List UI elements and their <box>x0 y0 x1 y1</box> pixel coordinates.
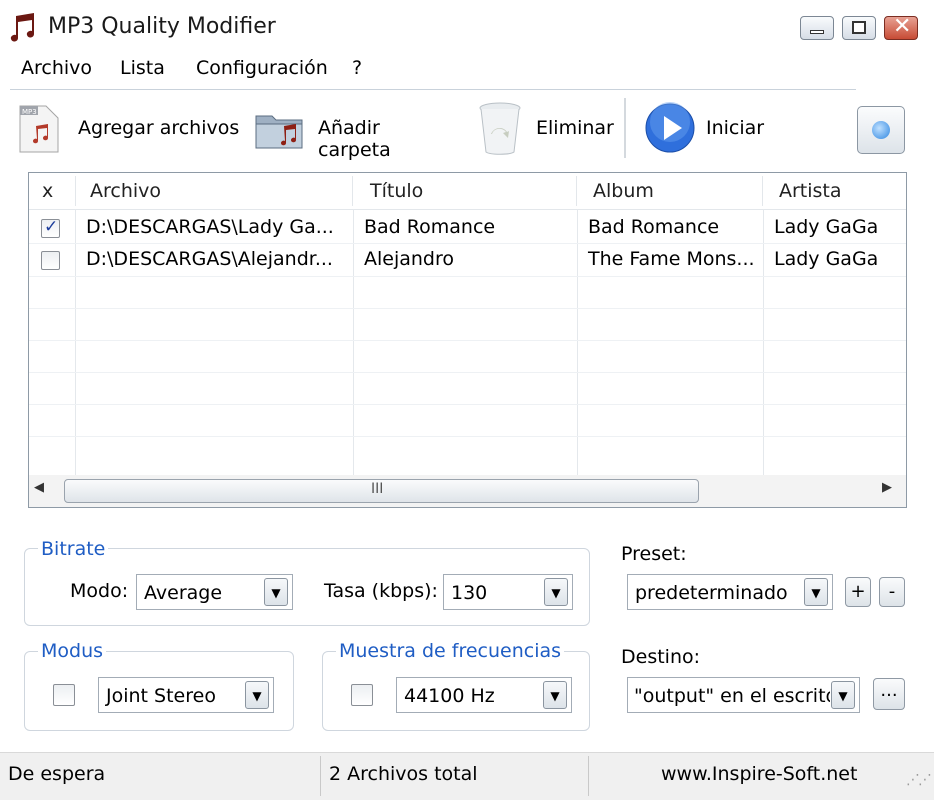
minimize-button[interactable] <box>800 16 834 40</box>
browse-button[interactable]: ... <box>873 678 905 710</box>
start-button[interactable]: Iniciar <box>640 96 770 160</box>
close-icon: ✕ <box>893 14 912 39</box>
scroll-left-icon[interactable]: ◀ <box>34 480 44 495</box>
header-divider <box>762 176 763 206</box>
modus-dropdown[interactable]: Joint Stereo ▼ <box>98 677 274 713</box>
mp3-file-icon: MP3 <box>19 105 59 153</box>
row-checkbox[interactable] <box>41 251 60 270</box>
maximize-icon <box>852 21 866 34</box>
destination-dropdown[interactable]: "output" en el escritor ▼ <box>627 677 860 713</box>
grid-line <box>29 340 906 341</box>
row-checkbox[interactable] <box>41 217 60 238</box>
cell-album: Bad Romance <box>588 216 720 238</box>
status-file-count: 2 Archivos total <box>329 763 478 785</box>
add-folder-button[interactable]: Añadir carpeta <box>252 96 457 161</box>
music-folder-icon <box>255 115 303 149</box>
menu-help[interactable]: ? <box>352 57 362 79</box>
header-divider <box>75 176 76 206</box>
bitrate-legend: Bitrate <box>38 538 109 560</box>
col-header-album[interactable]: Album <box>593 180 654 202</box>
rate-label: Tasa (kbps): <box>324 580 438 602</box>
modus-legend: Modus <box>38 640 107 662</box>
col-header-check[interactable]: x <box>42 180 53 202</box>
chevron-down-icon[interactable]: ▼ <box>264 578 288 606</box>
header-divider <box>352 176 353 206</box>
add-files-button[interactable]: MP3 Agregar archivos <box>10 96 245 160</box>
header-divider <box>576 176 577 206</box>
menu-configuracion[interactable]: Configuración <box>196 57 328 79</box>
sampling-value: 44100 Hz <box>404 685 495 707</box>
recycle-bin-icon <box>479 102 521 155</box>
close-button[interactable]: ✕ <box>884 14 918 40</box>
grid-line <box>29 436 906 437</box>
scrollbar-grip: III <box>371 481 384 497</box>
preset-value: predeterminado <box>635 582 788 604</box>
add-folder-label: Añadir carpeta <box>318 117 391 161</box>
add-files-label: Agregar archivos <box>78 117 240 139</box>
menu-archivo[interactable]: Archivo <box>21 57 92 79</box>
rate-dropdown[interactable]: 130 ▼ <box>443 574 573 610</box>
music-note-icon <box>10 13 34 42</box>
resize-grip-icon[interactable]: ⋰⋰ <box>906 772 932 788</box>
chevron-down-icon[interactable]: ▼ <box>804 578 828 606</box>
remove-label: Eliminar <box>536 117 614 139</box>
status-indicator-button[interactable] <box>857 106 905 154</box>
cell-titulo: Alejandro <box>364 248 455 270</box>
mode-dropdown[interactable]: Average ▼ <box>136 574 293 610</box>
destination-label: Destino: <box>621 646 701 668</box>
chevron-down-icon[interactable]: ▼ <box>245 681 269 709</box>
add-preset-button[interactable]: + <box>845 577 871 607</box>
chevron-down-icon[interactable]: ▼ <box>543 681 567 709</box>
cell-album: The Fame Mons... <box>588 248 755 270</box>
destination-value: "output" en el escritor <box>634 685 830 707</box>
window-title: MP3 Quality Modifier <box>48 14 276 39</box>
minimize-icon <box>810 30 824 34</box>
mode-value: Average <box>144 582 223 604</box>
grid-line <box>29 308 906 309</box>
status-website[interactable]: www.Inspire-Soft.net <box>661 763 857 785</box>
cell-titulo: Bad Romance <box>364 216 496 238</box>
chevron-down-icon[interactable]: ▼ <box>831 681 855 709</box>
cell-artista: Lady GaGa <box>774 216 879 238</box>
cell-artista: Lady GaGa <box>774 248 879 270</box>
grid-line <box>29 372 906 373</box>
remove-button[interactable]: Eliminar <box>472 96 614 160</box>
modus-checkbox[interactable] <box>53 684 75 706</box>
preset-dropdown[interactable]: predeterminado ▼ <box>627 574 833 610</box>
toolbar-separator <box>624 98 626 158</box>
play-icon <box>645 102 695 153</box>
remove-preset-button[interactable]: - <box>879 577 905 607</box>
col-header-titulo[interactable]: Título <box>370 180 423 202</box>
indicator-light-icon <box>872 121 890 139</box>
status-separator <box>320 756 321 796</box>
scroll-right-icon[interactable]: ▶ <box>882 480 892 495</box>
preset-label: Preset: <box>621 543 687 565</box>
status-state: De espera <box>8 763 106 785</box>
cell-archivo: D:\DESCARGAS\Alejandr... <box>86 248 333 270</box>
sampling-checkbox[interactable] <box>351 684 373 706</box>
svg-text:MP3: MP3 <box>22 108 37 116</box>
menu-lista[interactable]: Lista <box>120 57 165 79</box>
chevron-down-icon[interactable]: ▼ <box>544 578 568 606</box>
grid-line <box>29 404 906 405</box>
cell-archivo: D:\DESCARGAS\Lady Ga... <box>86 216 334 238</box>
menu-separator <box>10 89 856 90</box>
scrollbar-thumb[interactable]: III <box>64 479 699 503</box>
rate-value: 130 <box>451 582 488 604</box>
modus-value: Joint Stereo <box>106 685 216 707</box>
start-label: Iniciar <box>706 117 765 139</box>
status-separator <box>588 756 589 796</box>
col-header-artista[interactable]: Artista <box>779 180 842 202</box>
col-header-archivo[interactable]: Archivo <box>90 180 161 202</box>
sampling-dropdown[interactable]: 44100 Hz ▼ <box>396 677 572 713</box>
grid-line <box>29 276 906 277</box>
sampling-legend: Muestra de frecuencias <box>336 640 565 662</box>
maximize-button[interactable] <box>842 16 876 40</box>
mode-label: Modo: <box>70 580 129 602</box>
